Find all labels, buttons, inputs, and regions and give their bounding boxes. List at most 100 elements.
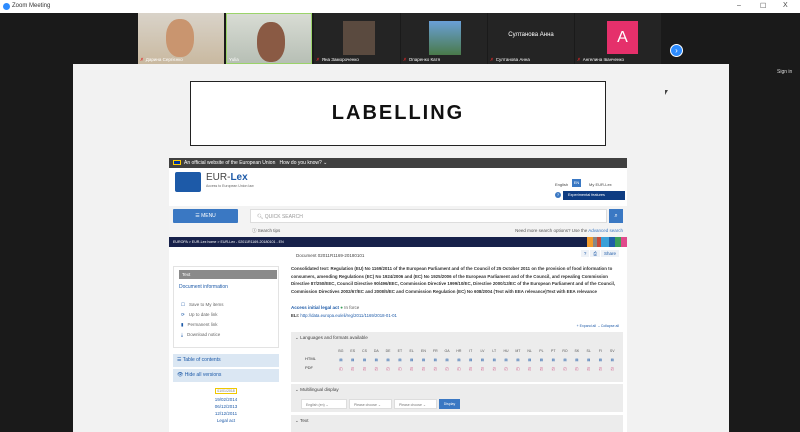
html-format-icon[interactable]: ▤ bbox=[500, 355, 512, 364]
html-format-icon[interactable]: ▤ bbox=[477, 355, 489, 364]
share-button[interactable]: Share bbox=[600, 250, 619, 257]
participant-tile[interactable]: A ✗ Ангелина Іванченко bbox=[575, 13, 661, 64]
advanced-search-link[interactable]: Advanced search bbox=[588, 228, 623, 233]
multilingual-header[interactable]: ⌄ Multilingual display bbox=[295, 387, 339, 393]
save-to-my-items-link[interactable]: ☐ Save to My items bbox=[181, 302, 224, 308]
html-format-icon[interactable]: ▤ bbox=[359, 355, 371, 364]
sidebar-item-text[interactable]: Text bbox=[179, 270, 277, 279]
html-format-icon[interactable]: ▤ bbox=[335, 355, 347, 364]
language-label[interactable]: English bbox=[555, 182, 568, 187]
search-button[interactable]: ⌕ bbox=[609, 209, 623, 223]
how-do-you-know-link[interactable]: How do you know? ⌄ bbox=[280, 160, 328, 166]
pdf-format-icon[interactable]: ◰ bbox=[441, 364, 453, 373]
permanent-link[interactable]: ▮ Permanent link bbox=[181, 322, 218, 328]
collapse-all-link[interactable]: – Collapse all bbox=[598, 324, 619, 328]
html-format-icon[interactable]: ▤ bbox=[453, 355, 465, 364]
next-page-button[interactable]: › bbox=[670, 44, 683, 57]
help-button[interactable]: ? bbox=[580, 250, 590, 257]
pdf-format-icon[interactable]: ◰ bbox=[335, 364, 347, 373]
html-format-icon[interactable]: ▤ bbox=[488, 355, 500, 364]
menu-button[interactable]: ☰ MENU bbox=[173, 209, 238, 223]
html-format-icon[interactable]: ▤ bbox=[406, 355, 418, 364]
pdf-format-icon[interactable]: ◰ bbox=[595, 364, 607, 373]
my-eurlex-link[interactable]: My EUR-Lex bbox=[589, 182, 612, 187]
html-format-icon[interactable]: ▤ bbox=[382, 355, 394, 364]
brand[interactable]: EUR-Lex bbox=[206, 172, 248, 183]
pdf-format-icon[interactable]: ◰ bbox=[347, 364, 359, 373]
pdf-format-icon[interactable]: ◰ bbox=[500, 364, 512, 373]
access-initial-legal-act[interactable]: Access initial legal act ● In force bbox=[291, 305, 359, 310]
pdf-format-icon[interactable]: ◰ bbox=[536, 364, 548, 373]
pdf-format-icon[interactable]: ◰ bbox=[559, 364, 571, 373]
html-format-icon[interactable]: ▤ bbox=[418, 355, 430, 364]
html-format-icon[interactable]: ▤ bbox=[571, 355, 583, 364]
print-button[interactable]: ⎙ bbox=[590, 250, 600, 257]
version-date[interactable]: 19/02/2014 bbox=[173, 396, 279, 403]
version-date[interactable]: 06/12/2013 bbox=[173, 403, 279, 410]
sign-in-button[interactable]: Sign in bbox=[777, 69, 792, 75]
table-of-contents-button[interactable]: ☰ Table of contents bbox=[173, 354, 279, 367]
participant-tile-active[interactable]: Yulia bbox=[226, 13, 312, 64]
languages-header[interactable]: ⌄ Languages and formats available bbox=[295, 335, 368, 341]
experimental-features-toggle[interactable]: Experimental features bbox=[563, 191, 625, 200]
sidebar-item-document-information[interactable]: Document information bbox=[179, 284, 228, 290]
pdf-format-icon[interactable]: ◰ bbox=[606, 364, 618, 373]
expand-all-link[interactable]: + Expand all bbox=[577, 324, 596, 328]
language-select-2[interactable]: Please choose ⌄ bbox=[349, 399, 392, 409]
up-to-date-link[interactable]: ⟳ Up to date link bbox=[181, 312, 218, 318]
html-format-icon[interactable]: ▤ bbox=[595, 355, 607, 364]
language-selector[interactable]: EN bbox=[572, 179, 581, 187]
text-header[interactable]: ⌄ Text bbox=[295, 418, 308, 424]
pdf-format-icon[interactable]: ◰ bbox=[406, 364, 418, 373]
participant-tile[interactable]: ✗ Опаренко Катя bbox=[401, 13, 487, 64]
quick-search-input[interactable]: 🔍︎ QUICK SEARCH bbox=[250, 209, 607, 223]
pdf-format-icon[interactable]: ◰ bbox=[512, 364, 524, 373]
help-icon[interactable]: ? bbox=[555, 192, 561, 198]
participant-tile[interactable]: ✗ Дарина Сергієнко bbox=[138, 13, 224, 64]
html-format-icon[interactable]: ▤ bbox=[547, 355, 559, 364]
pdf-format-icon[interactable]: ◰ bbox=[453, 364, 465, 373]
html-format-icon[interactable]: ▤ bbox=[606, 355, 618, 364]
legal-act-link[interactable]: Legal act bbox=[173, 417, 279, 424]
hide-all-versions-button[interactable]: 👁︎ Hide all versions bbox=[173, 369, 279, 382]
breadcrumb-text[interactable]: EUROPA > EUR-Lex home > EUR-Lex - 02011R… bbox=[173, 240, 284, 244]
pdf-format-icon[interactable]: ◰ bbox=[465, 364, 477, 373]
search-tips-link[interactable]: ⓘ Search tips bbox=[252, 228, 280, 234]
pdf-format-icon[interactable]: ◰ bbox=[394, 364, 406, 373]
html-format-icon[interactable]: ▤ bbox=[583, 355, 595, 364]
html-format-icon[interactable]: ▤ bbox=[441, 355, 453, 364]
html-format-icon[interactable]: ▤ bbox=[512, 355, 524, 364]
pdf-format-icon[interactable]: ◰ bbox=[429, 364, 441, 373]
pdf-format-icon[interactable]: ◰ bbox=[370, 364, 382, 373]
participant-tile[interactable]: ✗ Яна Замороченко bbox=[314, 13, 400, 64]
html-format-icon[interactable]: ▤ bbox=[559, 355, 571, 364]
pdf-format-icon[interactable]: ◰ bbox=[382, 364, 394, 373]
close-button[interactable]: X bbox=[783, 2, 788, 9]
pdf-format-icon[interactable]: ◰ bbox=[524, 364, 536, 373]
html-format-icon[interactable]: ▤ bbox=[429, 355, 441, 364]
language-select-1[interactable]: English (en) ⌄ bbox=[301, 399, 347, 409]
version-date[interactable]: 12/12/2011 bbox=[173, 410, 279, 417]
pdf-format-icon[interactable]: ◰ bbox=[571, 364, 583, 373]
language-select-3[interactable]: Please choose ⌄ bbox=[394, 399, 437, 409]
html-format-icon[interactable]: ▤ bbox=[524, 355, 536, 364]
minimize-button[interactable]: – bbox=[737, 2, 741, 9]
html-format-icon[interactable]: ▤ bbox=[465, 355, 477, 364]
download-notice-link[interactable]: ⤓ Download notice bbox=[181, 332, 220, 337]
html-format-icon[interactable]: ▤ bbox=[536, 355, 548, 364]
pdf-format-icon[interactable]: ◰ bbox=[359, 364, 371, 373]
eli-link[interactable]: ELI: http://data.europa.eu/eli/reg/2011/… bbox=[291, 313, 397, 318]
version-date-selected[interactable]: 01/01/2018 bbox=[215, 388, 237, 394]
html-format-icon[interactable]: ▤ bbox=[394, 355, 406, 364]
pdf-format-icon[interactable]: ◰ bbox=[477, 364, 489, 373]
maximize-button[interactable]: ☐ bbox=[760, 2, 766, 10]
pdf-format-icon[interactable]: ◰ bbox=[547, 364, 559, 373]
pdf-format-icon[interactable]: ◰ bbox=[418, 364, 430, 373]
participant-tile[interactable]: Султанова Анна ✗ Султанова Анна bbox=[488, 13, 574, 64]
display-button[interactable]: Display bbox=[439, 399, 460, 409]
html-format-icon[interactable]: ▤ bbox=[370, 355, 382, 364]
pdf-format-icon[interactable]: ◰ bbox=[583, 364, 595, 373]
pdf-format-icon[interactable]: ◰ bbox=[488, 364, 500, 373]
html-format-icon[interactable]: ▤ bbox=[347, 355, 359, 364]
eurlex-logo-icon[interactable] bbox=[175, 172, 201, 192]
